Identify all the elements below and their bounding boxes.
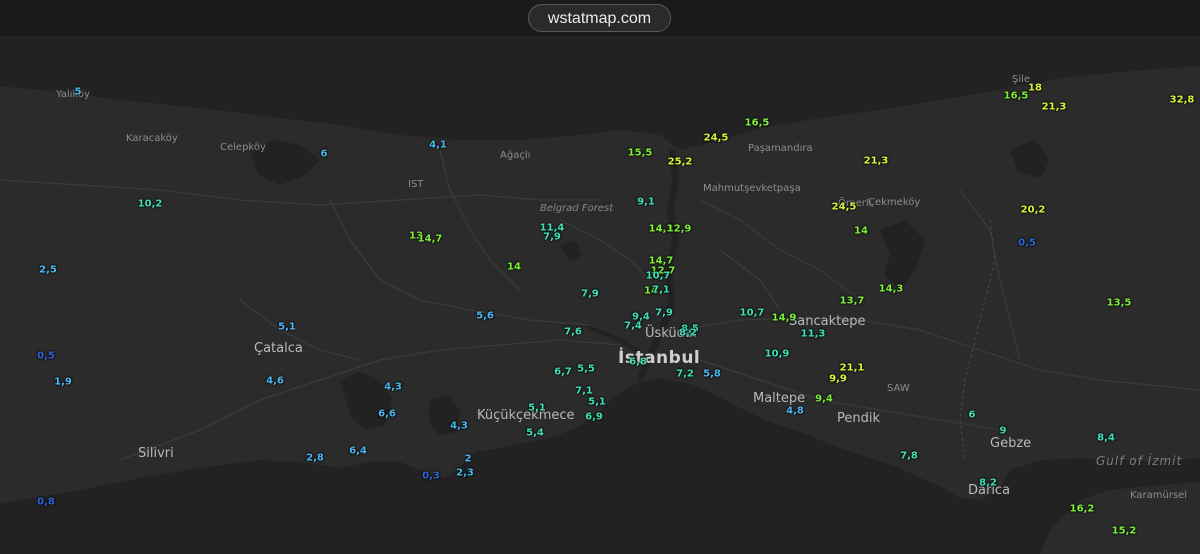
reading-value[interactable]: 32,8 — [1170, 95, 1195, 106]
reading-value[interactable]: 16,5 — [745, 118, 770, 129]
reading-value[interactable]: 5,6 — [476, 311, 494, 322]
reading-value[interactable]: 8,4 — [1097, 433, 1115, 444]
reading-value[interactable]: 15,5 — [628, 148, 653, 159]
reading-value[interactable]: 21,3 — [1042, 102, 1067, 113]
reading-value[interactable]: 11,3 — [801, 329, 826, 340]
reading-value[interactable]: 4,3 — [384, 382, 402, 393]
reading-value[interactable]: 7,6 — [564, 327, 582, 338]
reading-value[interactable]: 12,9 — [667, 224, 692, 235]
place-label: SAW — [887, 383, 910, 394]
reading-value[interactable]: 6,9 — [585, 412, 603, 423]
reading-value[interactable]: 9,4 — [815, 394, 833, 405]
reading-value[interactable]: 24,5 — [704, 133, 729, 144]
reading-value[interactable]: 4,3 — [450, 421, 468, 432]
reading-value[interactable]: 6 — [321, 149, 328, 160]
reading-value[interactable]: 2,5 — [39, 265, 57, 276]
reading-value[interactable]: 8,2 — [679, 328, 697, 339]
reading-value[interactable]: 4,1 — [429, 140, 447, 151]
place-label: Mahmutşevketpaşa — [703, 183, 801, 194]
place-label: Pendik — [837, 411, 881, 426]
reading-value[interactable]: 13,5 — [1107, 298, 1132, 309]
place-label: Belgrad Forest — [540, 203, 614, 214]
place-label: Çatalca — [254, 341, 303, 356]
reading-value[interactable]: 6,8 — [629, 357, 647, 368]
reading-value[interactable]: 14,7 — [418, 234, 443, 245]
reading-value[interactable]: 10,7 — [740, 308, 765, 319]
reading-value[interactable]: 16,5 — [1004, 91, 1029, 102]
reading-value[interactable]: 16,2 — [1070, 504, 1095, 515]
reading-value[interactable]: 7,9 — [581, 289, 599, 300]
reading-value[interactable]: 6,6 — [378, 409, 396, 420]
reading-value[interactable]: 0,8 — [37, 497, 55, 508]
place-label: Karamürsel — [1130, 490, 1188, 501]
reading-value[interactable]: 7,2 — [676, 369, 694, 380]
place-label: Yalıköy — [56, 89, 90, 100]
reading-value[interactable]: 0,5 — [1018, 238, 1036, 249]
map-canvas[interactable] — [0, 36, 1200, 554]
reading-value[interactable]: 0,3 — [422, 471, 440, 482]
place-label: Celepköy — [220, 142, 266, 153]
reading-value[interactable]: 10,2 — [138, 199, 163, 210]
reading-value[interactable]: 7,1 — [652, 285, 670, 296]
reading-value[interactable]: 13,7 — [840, 296, 865, 307]
reading-value[interactable]: 8,2 — [979, 478, 997, 489]
place-label: Küçükçekmece — [477, 408, 575, 423]
reading-value[interactable]: 18 — [1028, 83, 1042, 94]
reading-value[interactable]: 10,9 — [765, 349, 790, 360]
reading-value[interactable]: 7,9 — [543, 232, 561, 243]
reading-value[interactable]: 7,4 — [624, 321, 642, 332]
top-bar: wstatmap.com — [0, 0, 1200, 36]
reading-value[interactable]: 7,1 — [575, 386, 593, 397]
reading-value[interactable]: 25,2 — [668, 157, 693, 168]
place-label: IST — [408, 179, 424, 190]
reading-value[interactable]: 15,2 — [1112, 526, 1137, 537]
reading-value[interactable]: 9,1 — [637, 197, 655, 208]
reading-value[interactable]: 2,8 — [306, 453, 324, 464]
reading-value[interactable]: 6,4 — [349, 446, 367, 457]
reading-value[interactable]: 9 — [1000, 426, 1007, 437]
place-label: Maltepe — [753, 391, 806, 406]
reading-value[interactable]: 14,3 — [879, 284, 904, 295]
reading-value[interactable]: 14 — [854, 226, 868, 237]
place-label: Karacaköy — [126, 133, 178, 144]
reading-value[interactable]: 6 — [969, 410, 976, 421]
reading-value[interactable]: 5,4 — [526, 428, 544, 439]
place-label: Gulf of İzmit — [1096, 454, 1183, 468]
reading-value[interactable]: 5,8 — [703, 369, 721, 380]
reading-value[interactable]: 14 — [507, 262, 521, 273]
reading-value[interactable]: 0,5 — [37, 351, 55, 362]
reading-value[interactable]: 4,6 — [266, 376, 284, 387]
place-label: Gebze — [990, 436, 1032, 451]
reading-value[interactable]: 2,3 — [456, 468, 474, 479]
reading-value[interactable]: 20,2 — [1021, 205, 1046, 216]
reading-value[interactable]: 21,1 — [840, 363, 865, 374]
place-label: Paşamandıra — [748, 143, 813, 154]
site-name-pill[interactable]: wstatmap.com — [528, 4, 671, 32]
place-label: Silivri — [138, 446, 174, 461]
place-label: Çekmeköy — [868, 197, 921, 208]
reading-value[interactable]: 5,1 — [588, 397, 606, 408]
reading-value[interactable]: 5,1 — [278, 322, 296, 333]
reading-value[interactable]: 6,7 — [554, 367, 572, 378]
reading-value[interactable]: 1,9 — [54, 377, 72, 388]
reading-value[interactable]: 4,8 — [786, 406, 804, 417]
reading-value[interactable]: 5,1 — [528, 403, 546, 414]
reading-value[interactable]: 2 — [465, 454, 472, 465]
reading-value[interactable]: 10,7 — [646, 271, 671, 282]
reading-value[interactable]: 14,9 — [772, 313, 797, 324]
reading-value[interactable]: 5 — [75, 87, 82, 98]
reading-value[interactable]: 7,9 — [655, 308, 673, 319]
reading-value[interactable]: 7,8 — [900, 451, 918, 462]
reading-value[interactable]: 21,3 — [864, 156, 889, 167]
place-label: Sancaktepe — [789, 314, 866, 329]
reading-value[interactable]: 5,5 — [577, 364, 595, 375]
reading-value[interactable]: 9,9 — [829, 374, 847, 385]
place-label: Ağaçlı — [500, 150, 531, 161]
reading-value[interactable]: 24,5 — [832, 202, 857, 213]
